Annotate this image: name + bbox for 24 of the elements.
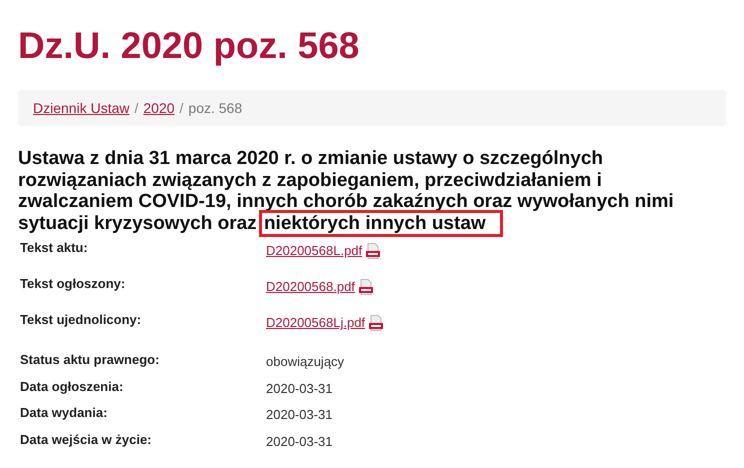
detail-label: Status aktu prawnego:	[20, 352, 160, 369]
pdf-icon[interactable]	[368, 315, 384, 331]
detail-value: 2020-03-31	[266, 406, 332, 423]
act-title: Ustawa z dnia 31 marca 2020 r. o zmianie ustawy o szczególnych rozwiązaniach związanych z zapobieganiem, przeciwdziałaniem i zwalczaniem COVID-19, innych chorób zakaźnych oraz wywołanych nimi sytuacji kryzysowych oraz niektórych innych ustaw	[18, 148, 700, 234]
breadcrumb-link[interactable]: Dziennik Ustaw	[33, 99, 130, 117]
detail-label: Data ogłoszenia:	[20, 378, 124, 396]
breadcrumb-separator: /	[134, 99, 138, 117]
detail-label: Data wejścia w życie:	[20, 432, 153, 449]
breadcrumb-current: poz. 568	[188, 99, 242, 117]
detail-label: Data wydania:	[20, 405, 108, 422]
detail-value: 2020-03-31	[266, 432, 332, 450]
pdf-icon[interactable]	[358, 279, 374, 295]
file-link[interactable]: D20200568Lj.pdf	[266, 315, 366, 331]
file-link[interactable]: D20200568.pdf	[266, 279, 355, 295]
detail-label: Tekst ujednolicony:	[20, 312, 142, 329]
breadcrumb-separator: /	[180, 99, 184, 117]
detail-value: 2020-03-31	[266, 380, 332, 396]
breadcrumb-link[interactable]: 2020	[143, 99, 175, 117]
page-title: Dz.U. 2020 poz. 568	[18, 24, 360, 68]
detail-value: obowiązujący	[266, 353, 344, 370]
file-link[interactable]: D20200568L.pdf	[266, 243, 362, 259]
pdf-icon[interactable]	[365, 243, 382, 259]
detail-label: Tekst ogłoszony:	[20, 276, 126, 293]
detail-label: Tekst aktu:	[20, 240, 89, 257]
